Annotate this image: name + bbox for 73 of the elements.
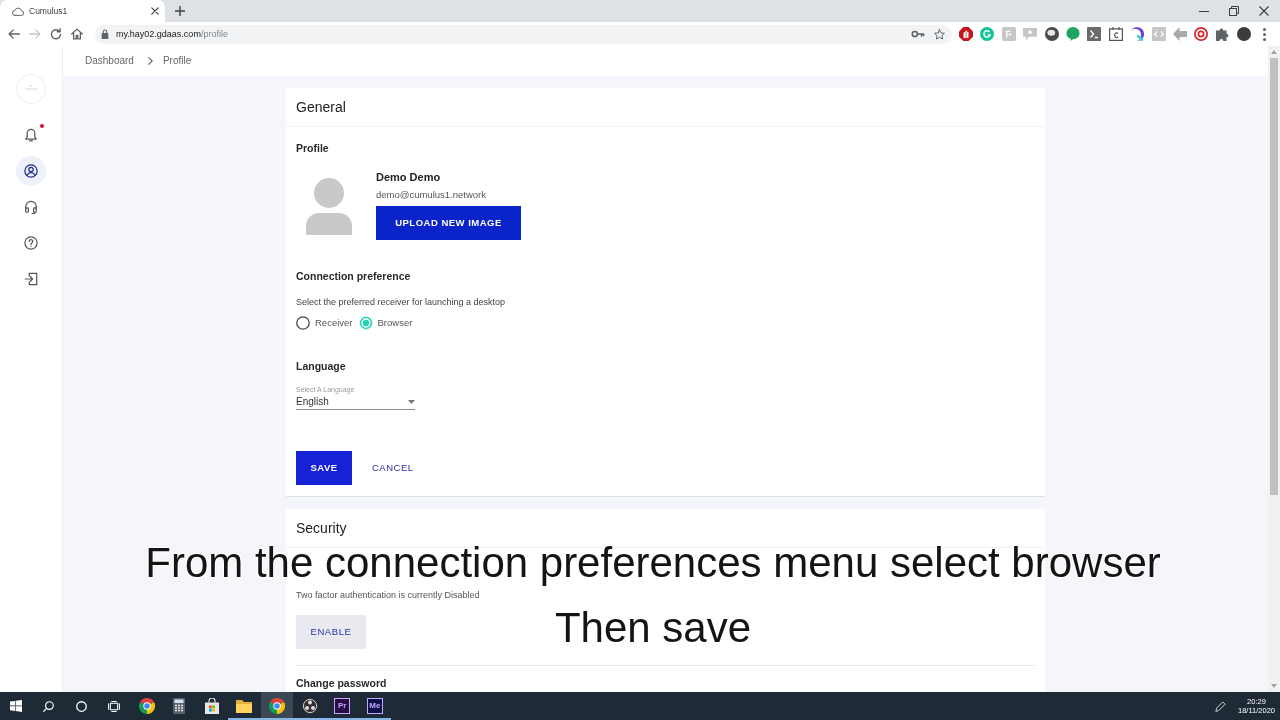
search-icon[interactable]	[43, 700, 55, 712]
user-email: demo@cumulus1.network	[376, 189, 486, 201]
breadcrumb-current: Profile	[162, 55, 192, 67]
section-heading: Profile	[296, 141, 330, 156]
caption-text: Then save	[554, 604, 752, 652]
app-tile: Pr	[334, 698, 351, 714]
browser-icon	[269, 698, 286, 714]
card-title: General	[286, 88, 1045, 127]
upload-image-button[interactable]: UPLOAD NEW IMAGE	[376, 206, 521, 240]
chat-bubble-icon[interactable]	[1065, 27, 1080, 41]
lock-icon	[101, 29, 109, 39]
cancel-button[interactable]: CANCEL	[370, 451, 416, 485]
help-icon	[24, 236, 38, 250]
reload-icon[interactable]	[50, 28, 62, 40]
chevron-right-icon	[147, 57, 153, 65]
user-circle-icon	[24, 164, 38, 178]
app-tile: Me	[366, 698, 383, 714]
taskbar-button[interactable]: Pr	[325, 692, 359, 720]
folder-icon	[236, 698, 253, 714]
section-heading: Language	[296, 359, 347, 374]
terminal-icon[interactable]	[1087, 27, 1102, 41]
back-icon[interactable]	[8, 28, 20, 40]
plus-icon[interactable]	[175, 6, 185, 16]
status-text: Two factor authentication is currently Disabled	[296, 589, 481, 601]
key-icon[interactable]	[911, 30, 925, 38]
section-heading: Change password	[296, 676, 388, 690]
select-value: English	[296, 396, 329, 408]
radio-option[interactable]: Receiver	[296, 316, 353, 330]
restore-icon[interactable]	[1229, 6, 1239, 16]
user-name: Demo Demo	[376, 170, 441, 184]
tile-icon[interactable]	[1001, 27, 1016, 41]
home-icon[interactable]	[71, 28, 83, 40]
close-icon[interactable]	[151, 7, 159, 15]
radio-icon[interactable]	[296, 316, 310, 330]
minimize-icon[interactable]	[1199, 10, 1209, 12]
caret-icon	[408, 400, 415, 404]
shopping-bag-icon	[203, 698, 220, 714]
breadcrumb-link[interactable]: Dashboard	[85, 55, 134, 67]
puzzle-icon[interactable]	[1215, 27, 1230, 41]
menu-icon[interactable]	[1263, 27, 1267, 41]
url-text[interactable]: my.hay02.gdaas.com/profile	[116, 28, 228, 40]
avatar-icon[interactable]	[1237, 27, 1252, 41]
cloud-icon	[12, 6, 24, 16]
target-icon[interactable]	[1194, 27, 1209, 41]
radio-icon[interactable]	[358, 316, 373, 330]
section-heading: Connection preference	[296, 269, 412, 284]
browser-tab[interactable]: Cumulus1	[0, 0, 165, 22]
pen-icon[interactable]	[1215, 700, 1226, 712]
taskbar-button[interactable]: Me	[358, 692, 392, 720]
scrollbar-thumb[interactable]	[1270, 58, 1278, 495]
start-icon[interactable]	[10, 700, 23, 712]
calculator-icon	[171, 698, 188, 714]
radio-option[interactable]: Browser	[358, 316, 413, 330]
close-icon[interactable]	[1259, 6, 1269, 16]
save-button[interactable]: SAVE	[296, 451, 352, 485]
ball-icon[interactable]	[1044, 27, 1059, 41]
aperture-icon	[301, 698, 318, 714]
taskbar-button[interactable]	[260, 692, 294, 720]
arrow-into-box-icon	[24, 272, 38, 286]
sidebar-item[interactable]	[16, 156, 46, 186]
octagon-icon[interactable]	[959, 27, 973, 41]
section-description: Select the preferred receiver for launching a desktop	[296, 296, 507, 308]
avatar-placeholder-icon	[306, 178, 352, 235]
star-icon[interactable]	[934, 28, 945, 40]
enable-button[interactable]: ENABLE	[296, 615, 366, 649]
browser-icon	[138, 698, 155, 714]
address-bar[interactable]: my.hay02.gdaas.com/profile	[95, 24, 952, 44]
crescent-icon[interactable]	[1130, 27, 1145, 41]
circle-icon[interactable]	[76, 700, 87, 712]
calendar-icon[interactable]	[1108, 27, 1123, 41]
task-view-icon[interactable]	[108, 700, 121, 712]
headset-icon	[24, 200, 38, 214]
bell-icon	[24, 128, 38, 142]
